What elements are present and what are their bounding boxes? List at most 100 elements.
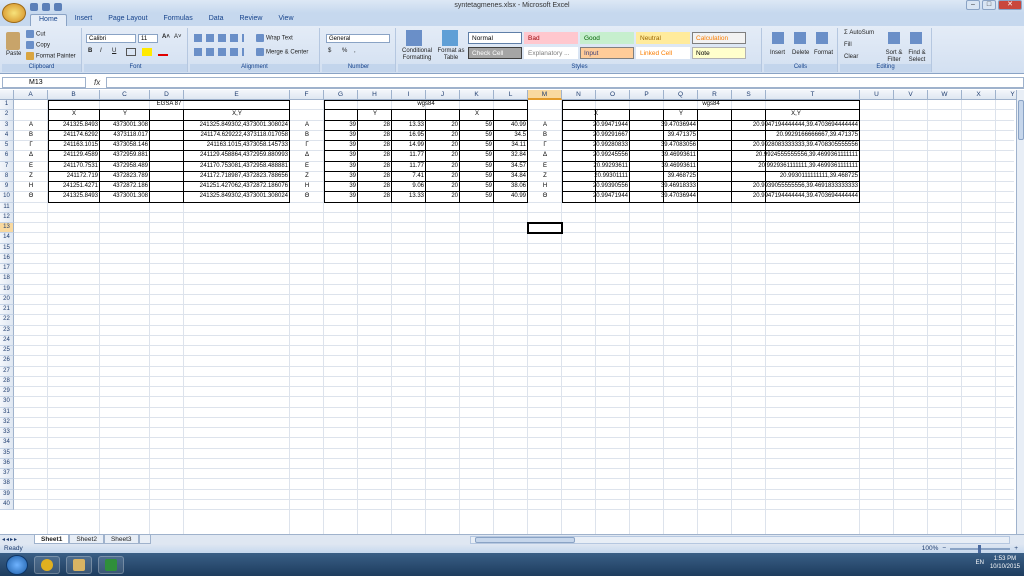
column-header-a[interactable]: A <box>14 90 48 100</box>
row-header[interactable]: 19 <box>0 284 14 295</box>
clock[interactable]: 1:53 PM 10/10/2015 <box>990 555 1020 571</box>
cell-l3[interactable]: 40.99 <box>494 121 528 131</box>
cell-g6[interactable]: 39 <box>324 151 358 161</box>
sort-filter-button[interactable]: Sort & Filter <box>884 50 904 64</box>
row-header[interactable]: 1 <box>0 100 14 111</box>
row-header[interactable]: 35 <box>0 448 14 459</box>
cell-p2[interactable]: Y <box>630 110 732 120</box>
row-header[interactable]: 3 <box>0 120 14 131</box>
horizontal-scroll-thumb[interactable] <box>475 537 575 543</box>
maximize-button[interactable]: □ <box>982 0 996 10</box>
first-sheet-icon[interactable]: ◂ <box>2 536 5 543</box>
cell-a8[interactable]: Z <box>14 172 48 182</box>
cell-j8[interactable]: 20 <box>426 172 460 182</box>
taskbar-chrome[interactable] <box>34 555 60 574</box>
cell-k9[interactable]: 59 <box>460 182 494 192</box>
cell-l4[interactable]: 34.5 <box>494 131 528 141</box>
cell-n10[interactable]: 20.99471944 <box>562 192 630 202</box>
language-indicator[interactable]: EN <box>976 560 984 566</box>
cell-g4[interactable]: 39 <box>324 131 358 141</box>
column-header-l[interactable]: L <box>494 90 528 100</box>
cell-g9[interactable]: 39 <box>324 182 358 192</box>
row-header[interactable]: 37 <box>0 469 14 480</box>
cell-h6[interactable]: 28 <box>358 151 392 161</box>
cell-s10[interactable]: 20.9947194444444,39.4703694444444 <box>732 192 860 202</box>
column-header-s[interactable]: S <box>732 90 766 100</box>
shrink-font-button[interactable]: A˅ <box>174 34 182 40</box>
row-header[interactable]: 6 <box>0 151 14 162</box>
start-button[interactable] <box>6 554 28 575</box>
cell-c7[interactable]: 4372958.489 <box>100 162 150 172</box>
zoom-out-icon[interactable]: − <box>942 544 946 553</box>
fill-color-icon[interactable] <box>142 48 152 56</box>
cell-n7[interactable]: 20.99293611 <box>562 162 630 172</box>
cell-b3[interactable]: 241325.8493 <box>48 121 100 131</box>
insert-cells-button[interactable]: Insert <box>770 50 785 56</box>
cell-l8[interactable]: 34.84 <box>494 172 528 182</box>
cell-j3[interactable]: 20 <box>426 121 460 131</box>
cell-f5[interactable]: Γ <box>290 141 324 151</box>
sheet-tab-sheet3[interactable]: Sheet3 <box>103 535 139 544</box>
column-header-e[interactable]: E <box>184 90 290 100</box>
cell-s9[interactable]: 20.9939055555556,39.4691833333333 <box>732 182 860 192</box>
row-header[interactable]: 26 <box>0 356 14 367</box>
fx-icon[interactable]: fx <box>94 78 100 87</box>
cell-style-neutral[interactable]: Neutral <box>636 32 690 44</box>
cell-i7[interactable]: 11.77 <box>392 162 426 172</box>
borders-icon[interactable] <box>126 48 136 56</box>
office-button[interactable] <box>2 3 26 23</box>
column-header-w[interactable]: W <box>928 90 962 100</box>
cell-b7[interactable]: 241170.7531 <box>48 162 100 172</box>
row-header[interactable]: 29 <box>0 387 14 398</box>
column-header-f[interactable]: F <box>290 90 324 100</box>
cell-f6[interactable]: Δ <box>290 151 324 161</box>
horizontal-align-icons[interactable] <box>194 48 244 56</box>
column-header-b[interactable]: B <box>48 90 100 100</box>
cell-f8[interactable]: Z <box>290 172 324 182</box>
cell-style-input[interactable]: Input <box>580 47 634 59</box>
cell-e6[interactable]: 241129.458864,4372959.880993 <box>184 151 290 161</box>
column-header-x[interactable]: X <box>962 90 996 100</box>
column-header-m[interactable]: M <box>528 90 562 100</box>
row-header[interactable]: 2 <box>0 110 14 121</box>
row-header[interactable]: 33 <box>0 428 14 439</box>
row-header[interactable]: 8 <box>0 171 14 182</box>
row-header[interactable]: 32 <box>0 417 14 428</box>
cell-n6[interactable]: 20.99245556 <box>562 151 630 161</box>
zoom-level[interactable]: 100% <box>922 544 939 553</box>
cell-e5[interactable]: 241163.1015,4373058.145733 <box>184 141 290 151</box>
cell-a10[interactable]: Θ <box>14 192 48 202</box>
cell-h10[interactable]: 28 <box>358 192 392 202</box>
spreadsheet-grid[interactable]: A B C D E F G H I J K L M N O P Q R S T U V W X Y 1 2 3 4 5 6 7 8 9 10 11 12… <box>0 90 1016 534</box>
taskbar-excel[interactable] <box>98 555 124 574</box>
column-header-j[interactable]: J <box>426 90 460 100</box>
cell-i8[interactable]: 7.41 <box>392 172 426 182</box>
cell-c10[interactable]: 4373001.308 <box>100 192 150 202</box>
cell-i5[interactable]: 14.99 <box>392 141 426 151</box>
cell-p3[interactable]: 39.47036944 <box>630 121 698 131</box>
vertical-scrollbar[interactable] <box>1016 90 1024 534</box>
cell-h8[interactable]: 28 <box>358 172 392 182</box>
cell-a5[interactable]: Γ <box>14 141 48 151</box>
cell-i10[interactable]: 13.33 <box>392 192 426 202</box>
row-header[interactable]: 7 <box>0 161 14 172</box>
cell-j2[interactable]: X <box>426 110 528 120</box>
cell-n5[interactable]: 20.99280833 <box>562 141 630 151</box>
cell-i3[interactable]: 13.33 <box>392 121 426 131</box>
fill-button[interactable]: Fill <box>844 42 852 48</box>
cell-k8[interactable]: 59 <box>460 172 494 182</box>
row-header[interactable]: 38 <box>0 479 14 490</box>
delete-cells-button[interactable]: Delete <box>792 50 809 56</box>
cell-f3[interactable]: A <box>290 121 324 131</box>
row-header[interactable]: 13 <box>0 223 14 234</box>
comma-button[interactable]: , <box>354 48 356 54</box>
cell-g1[interactable]: wgs84 <box>324 100 528 110</box>
cell-style-note[interactable]: Note <box>692 47 746 59</box>
cell-b1[interactable]: EGSA 87 <box>48 100 290 110</box>
italic-button[interactable]: I <box>100 48 102 54</box>
paste-button[interactable]: Paste <box>6 51 21 57</box>
cell-i4[interactable]: 16.95 <box>392 131 426 141</box>
row-header[interactable]: 10 <box>0 192 14 203</box>
cell-j9[interactable]: 20 <box>426 182 460 192</box>
cell-f10[interactable]: Θ <box>290 192 324 202</box>
